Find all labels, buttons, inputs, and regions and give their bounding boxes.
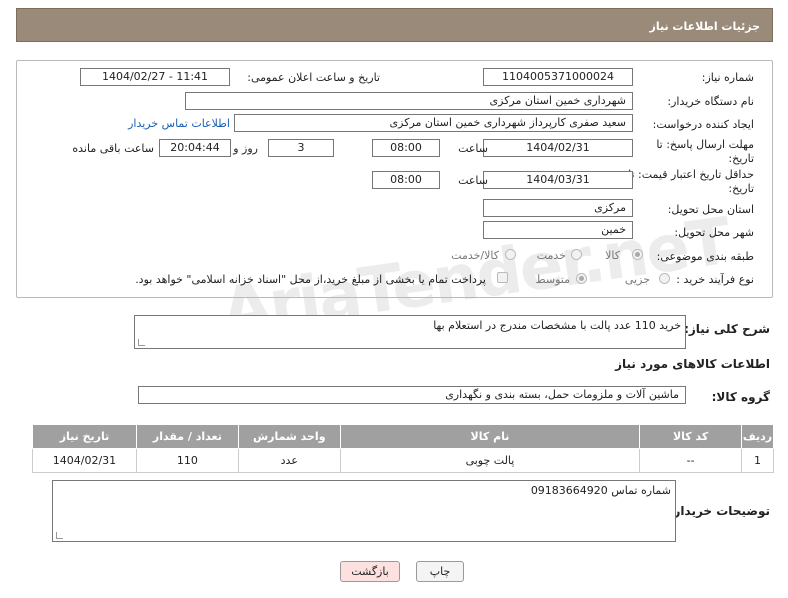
back-button[interactable]: بازگشت — [340, 561, 400, 582]
cell-qty: 110 — [135, 448, 239, 473]
resize-grip-icon[interactable] — [56, 532, 63, 539]
need-number-field[interactable]: 1104005371000024 — [483, 68, 633, 86]
category-option-both: کالا/خدمت — [451, 249, 499, 262]
cell-code: -- — [639, 448, 743, 473]
announce-label: تاریخ و ساعت اعلان عمومی: — [247, 71, 380, 84]
description-label: شرح کلی نیاز: — [684, 322, 770, 336]
cell-row: 1 — [741, 448, 774, 473]
validity-label: حداقل تاریخ اعتبار قیمت: تا تاریخ: — [628, 168, 754, 195]
reply-date-field[interactable]: 1404/02/31 — [483, 139, 633, 157]
province-label: استان محل تحویل: — [667, 203, 754, 216]
resize-grip-icon[interactable] — [138, 339, 145, 346]
cell-date: 1404/02/31 — [32, 448, 137, 473]
creator-field[interactable]: سعید صفری کارپرداز شهرداری خمین استان مر… — [234, 114, 633, 132]
cell-unit: عدد — [237, 448, 341, 473]
col-name: نام کالا — [339, 424, 641, 449]
remaining-time-field[interactable]: 20:04:44 — [159, 139, 231, 157]
days-field[interactable]: 3 — [268, 139, 334, 157]
creator-label: ایجاد کننده درخواست: — [652, 118, 754, 131]
cell-name: پالت چوبی — [339, 448, 641, 473]
col-date: تاریخ نیاز — [32, 424, 137, 449]
category-option-goods: کالا — [605, 249, 620, 262]
category-radio-goods[interactable] — [632, 249, 643, 260]
process-option-partial: جزیی — [624, 273, 650, 286]
payment-note: پرداخت تمام یا بخشی از مبلغ خرید،از محل … — [135, 273, 486, 286]
col-unit: واحد شمارش — [237, 424, 341, 449]
buyer-org-field[interactable]: شهرداری خمین استان مرکزی — [185, 92, 633, 110]
validity-date-field[interactable]: 1404/03/31 — [483, 171, 633, 189]
category-radio-service[interactable] — [571, 249, 582, 260]
print-button[interactable]: چاپ — [416, 561, 464, 582]
reply-deadline-label: مهلت ارسال پاسخ: تا تاریخ: — [656, 138, 754, 165]
description-textarea[interactable]: خرید 110 عدد پالت با مشخصات مندرج در است… — [134, 315, 686, 349]
col-row: ردیف — [741, 424, 774, 449]
remaining-label: ساعت باقی مانده — [72, 142, 154, 155]
goods-section-title: اطلاعات کالاهای مورد نیاز — [615, 357, 770, 371]
city-label: شهر محل تحویل: — [674, 226, 754, 239]
reply-time-label: ساعت — [458, 142, 488, 155]
page-header: جزئیات اطلاعات نیاز — [16, 8, 773, 42]
treasury-checkbox[interactable] — [497, 272, 508, 283]
validity-time-field[interactable]: 08:00 — [372, 171, 440, 189]
goods-group-label: گروه کالا: — [711, 390, 770, 404]
category-label: طبقه بندی موضوعی: — [656, 250, 754, 263]
announce-field[interactable]: 1404/02/27 - 11:41 — [80, 68, 230, 86]
description-text: خرید 110 عدد پالت با مشخصات مندرج در است… — [433, 319, 681, 332]
goods-table: ردیف کد کالا نام کالا واحد شمارش تعداد /… — [32, 424, 774, 473]
reply-time-field[interactable]: 08:00 — [372, 139, 440, 157]
col-code: کد کالا — [639, 424, 743, 449]
buyer-notes-text: شماره تماس 09183664920 — [530, 484, 671, 497]
buyer-notes-label: توضیحات خریدار: — [668, 504, 770, 518]
goods-table-header: ردیف کد کالا نام کالا واحد شمارش تعداد /… — [32, 424, 774, 449]
province-field[interactable]: مرکزی — [483, 199, 633, 217]
buyer-notes-textarea[interactable]: شماره تماس 09183664920 — [52, 480, 676, 542]
col-qty: تعداد / مقدار — [135, 424, 239, 449]
category-option-service: خدمت — [536, 249, 566, 262]
process-option-medium: متوسط — [535, 273, 570, 286]
buyer-contact-link[interactable]: اطلاعات تماس خریدار — [128, 117, 230, 130]
process-radio-partial[interactable] — [659, 273, 670, 284]
process-radio-medium[interactable] — [576, 273, 587, 284]
city-field[interactable]: خمین — [483, 221, 633, 239]
process-label: نوع فرآیند خرید : — [676, 273, 754, 286]
category-radio-both[interactable] — [505, 249, 516, 260]
buyer-org-label: نام دستگاه خریدار: — [667, 95, 754, 108]
validity-time-label: ساعت — [458, 174, 488, 187]
days-label: روز و — [233, 142, 258, 155]
page-title: جزئیات اطلاعات نیاز — [649, 20, 761, 33]
need-number-label: شماره نیاز: — [701, 71, 754, 84]
table-row[interactable]: 1 -- پالت چوبی عدد 110 1404/02/31 — [32, 448, 774, 473]
goods-group-field[interactable]: ماشین آلات و ملزومات حمل، بسته بندی و نگ… — [138, 386, 686, 404]
